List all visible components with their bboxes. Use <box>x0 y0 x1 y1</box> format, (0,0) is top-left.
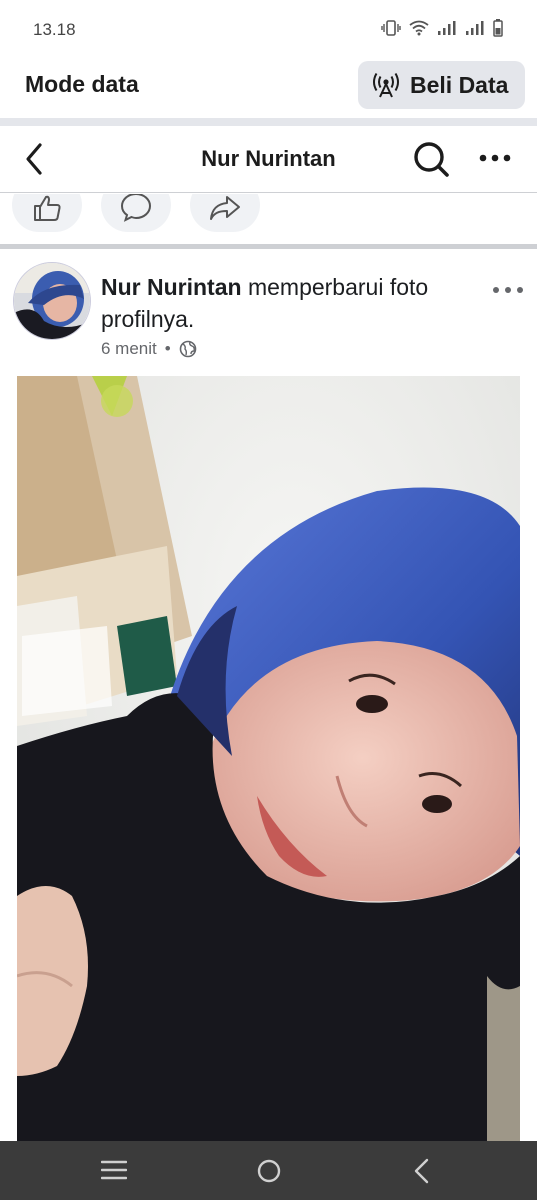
system-back-icon[interactable] <box>412 1158 432 1184</box>
recent-apps-icon[interactable] <box>101 1158 127 1182</box>
post-description: Nur Nurintan memperbarui foto profilnya. <box>101 271 481 335</box>
search-icon[interactable] <box>412 140 450 178</box>
battery-icon <box>493 19 503 37</box>
post-time[interactable]: 6 menit <box>101 339 157 359</box>
antenna-icon <box>373 72 399 98</box>
beli-data-label: Beli Data <box>410 71 509 98</box>
like-button[interactable] <box>12 194 82 232</box>
more-icon[interactable] <box>478 150 512 166</box>
home-icon[interactable] <box>256 1158 282 1184</box>
beli-data-button[interactable]: Beli Data <box>358 61 525 109</box>
status-time: 13.18 <box>33 20 76 39</box>
divider <box>0 118 537 126</box>
signal-icon <box>466 21 484 35</box>
post-meta: 6 menit • <box>101 339 197 359</box>
data-mode-bar: Mode data Beli Data <box>0 58 537 118</box>
comment-icon <box>120 194 152 222</box>
data-mode-title: Mode data <box>25 71 139 97</box>
globe-icon <box>179 340 197 358</box>
post-actions-row <box>0 194 537 244</box>
comment-button[interactable] <box>101 194 171 232</box>
share-button[interactable] <box>190 194 260 232</box>
post-header: Nur Nurintan memperbarui foto profilnya.… <box>0 249 537 374</box>
top-navbar: Nur Nurintan <box>0 126 537 193</box>
wifi-icon <box>409 20 429 36</box>
meta-separator: • <box>164 339 171 358</box>
status-icons <box>381 19 503 37</box>
like-icon <box>34 195 61 221</box>
profile-photo-image <box>17 376 520 1141</box>
share-icon <box>210 196 240 220</box>
status-bar: 13.18 <box>0 0 537 58</box>
avatar-image <box>14 263 90 339</box>
profile-photo[interactable] <box>17 376 520 1141</box>
signal-icon <box>438 21 456 35</box>
page-title: Nur Nurintan <box>201 146 336 171</box>
system-navigation-bar <box>0 1141 537 1200</box>
avatar[interactable] <box>13 262 91 340</box>
more-icon[interactable] <box>492 285 524 295</box>
vibrate-icon <box>381 20 401 36</box>
post-author[interactable]: Nur Nurintan <box>101 274 242 300</box>
